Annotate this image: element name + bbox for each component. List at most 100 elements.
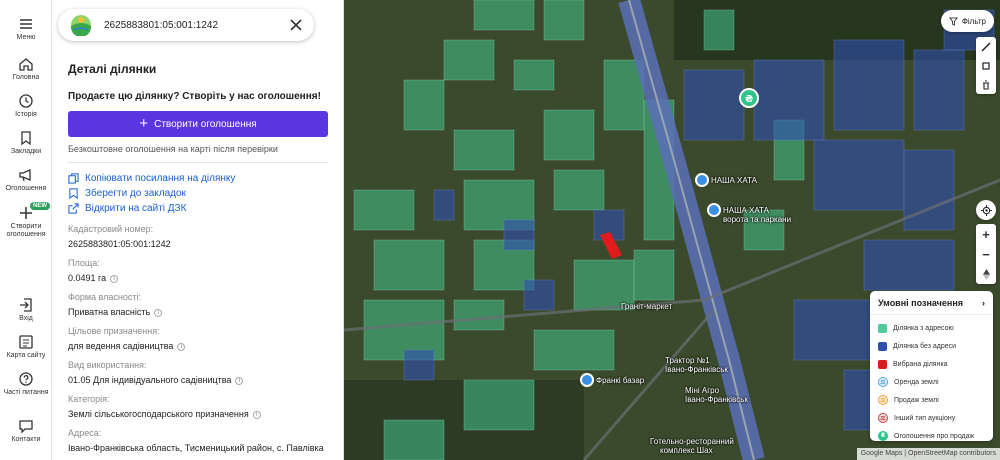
search-input[interactable] — [104, 17, 274, 33]
measure-tool[interactable] — [976, 37, 996, 56]
rail-item-sitemap[interactable]: Карта сайту — [0, 334, 52, 360]
info-icon[interactable]: i — [110, 274, 119, 283]
legend-header[interactable]: Умовні позначення › — [870, 291, 993, 315]
delete-tool[interactable] — [976, 75, 996, 94]
teal-swatch — [878, 323, 887, 333]
field-value: Землі сільськогосподарського призначення… — [68, 409, 330, 420]
field-value: 01.05 Для індивідуального садівництва i — [68, 375, 330, 386]
menu-button[interactable]: Меню — [0, 16, 52, 42]
hryvnia-icon: ₴ — [878, 431, 888, 441]
page-title: Деталі ділянки — [68, 62, 157, 76]
legend-label: Ділянка з адресою — [893, 324, 954, 332]
hamburger-icon — [20, 19, 32, 29]
map-attribution: Google Maps | OpenStreetMap contributors — [856, 448, 1000, 460]
zoom-in-button[interactable]: + — [976, 224, 996, 244]
rail-item-bookmarks[interactable]: Закладки — [0, 130, 52, 156]
map-label-frank: Франкі базар — [596, 376, 645, 385]
rail-label: Контакти — [11, 436, 41, 443]
place-pin-icon[interactable] — [707, 203, 721, 217]
zoom-out-button[interactable]: − — [976, 244, 996, 264]
area-value: 0.0491 га — [68, 273, 107, 283]
address-value: Івано-Франківська область, Тисменицький … — [68, 443, 324, 453]
rail-item-login[interactable]: Вхід — [0, 297, 52, 323]
create-ad-label: Створити оголошення — [154, 118, 257, 130]
dzk-link[interactable]: Відкрити на сайті ДЗК — [68, 201, 330, 216]
clock-icon — [19, 94, 33, 108]
legend-label: Оренда землі — [894, 378, 939, 386]
rail-item-home[interactable]: Головна — [0, 56, 52, 82]
compass-button[interactable] — [976, 264, 996, 284]
field-value: 0.0491 га i — [68, 273, 330, 284]
map-label-hotel-2: комплекс Шах — [660, 446, 713, 455]
field-value: Івано-Франківська область, Тисменицький … — [68, 443, 330, 454]
chat-icon — [19, 420, 33, 434]
rail-item-history[interactable]: Історія — [0, 93, 52, 119]
legend-label: Продаж землі — [894, 396, 939, 404]
sell-prompt: Продаєте цю ділянку? Створіть у нас огол… — [68, 91, 321, 102]
ruler-icon — [981, 41, 991, 52]
rail-item-faq[interactable]: Часті питання — [0, 371, 52, 397]
info-icon[interactable]: i — [177, 342, 186, 351]
field-label: Вид використання: — [68, 360, 147, 370]
rail-item-contacts[interactable]: Контакти — [0, 418, 52, 444]
map-label-mini-agro: Міні Агро — [685, 386, 720, 395]
sitemap-icon — [19, 335, 33, 349]
category-value: Землі сільськогосподарського призначення — [68, 409, 249, 419]
auction-icon: ⚖ — [878, 413, 888, 423]
map-label-hotel: Готельно-ресторанний — [650, 437, 734, 446]
parcel-details-panel: Деталі ділянки Продаєте цю ділянку? Ство… — [52, 0, 344, 460]
legend-item: ⚖ Інший тип аукціону — [870, 409, 993, 427]
field-value: 2625883801:05:001:1242 — [68, 239, 330, 250]
help-icon — [19, 372, 33, 386]
new-badge: NEW — [30, 202, 50, 210]
external-link-icon — [68, 203, 79, 214]
rail-item-create-ad[interactable]: NEW Створити оголошення — [0, 202, 52, 239]
menu-label: Меню — [16, 34, 36, 41]
rail-label: Історія — [15, 111, 37, 118]
filter-button[interactable]: Фільтр — [940, 10, 994, 32]
divider — [68, 162, 328, 163]
rail-label: Оголошення — [5, 185, 47, 192]
place-pin-icon[interactable] — [580, 373, 594, 387]
login-icon — [20, 298, 32, 312]
legend-item: Вибрана ділянка — [870, 355, 993, 373]
field-cadastral: Кадастровий номер: 2625883801:05:001:124… — [68, 224, 330, 250]
legend-item: Ділянка без адреси — [870, 337, 993, 355]
info-icon[interactable]: i — [235, 376, 244, 385]
polygon-icon — [982, 61, 990, 70]
create-ad-button[interactable]: + Створити оголошення — [68, 111, 328, 137]
info-icon[interactable]: i — [252, 410, 261, 419]
app: Меню Головна Історія Закладки Оголошення… — [0, 0, 1000, 460]
place-pin-icon[interactable] — [695, 173, 709, 187]
ownership-value: Приватна власність — [68, 307, 151, 317]
map-legend: Умовні позначення › Ділянка з адресою Ді… — [870, 291, 993, 441]
rent-icon: ⚖ — [878, 377, 888, 387]
field-ownership: Форма власності: Приватна власність i — [68, 292, 330, 318]
locate-button[interactable] — [976, 200, 996, 220]
area-tool[interactable] — [976, 56, 996, 75]
bookmark-icon — [21, 131, 31, 146]
legend-item: ⚖ Оренда землі — [870, 373, 993, 391]
red-swatch — [878, 359, 887, 369]
field-usage: Вид використання: 01.05 Для індивідуальн… — [68, 360, 330, 386]
draw-tools — [976, 37, 996, 94]
rail-label: Вхід — [19, 315, 33, 322]
field-label: Цільове призначення: — [68, 326, 160, 336]
copy-link[interactable]: Копіювати посилання на ділянку — [68, 171, 330, 186]
field-label: Форма власності: — [68, 292, 141, 302]
rail-item-ads[interactable]: Оголошення — [0, 167, 52, 193]
create-note: Безкоштовне оголошення на карті після пе… — [68, 144, 278, 154]
cadastral-number: 2625883801:05:001:1242 — [68, 239, 171, 249]
legend-label: Ділянка без адреси — [893, 342, 957, 350]
field-area: Площа: 0.0491 га i — [68, 258, 330, 284]
field-label: Кадастровий номер: — [68, 224, 154, 234]
info-icon[interactable]: i — [154, 308, 163, 317]
filter-icon — [948, 16, 958, 26]
map-label-gates: ворота та паркани — [723, 215, 792, 224]
copy-icon — [68, 173, 79, 184]
field-value: Приватна власність i — [68, 307, 330, 318]
trash-icon — [983, 79, 989, 90]
filter-label: Фільтр — [961, 16, 986, 26]
close-icon[interactable] — [288, 17, 304, 33]
bookmark-link[interactable]: Зберегти до закладок — [68, 186, 330, 201]
